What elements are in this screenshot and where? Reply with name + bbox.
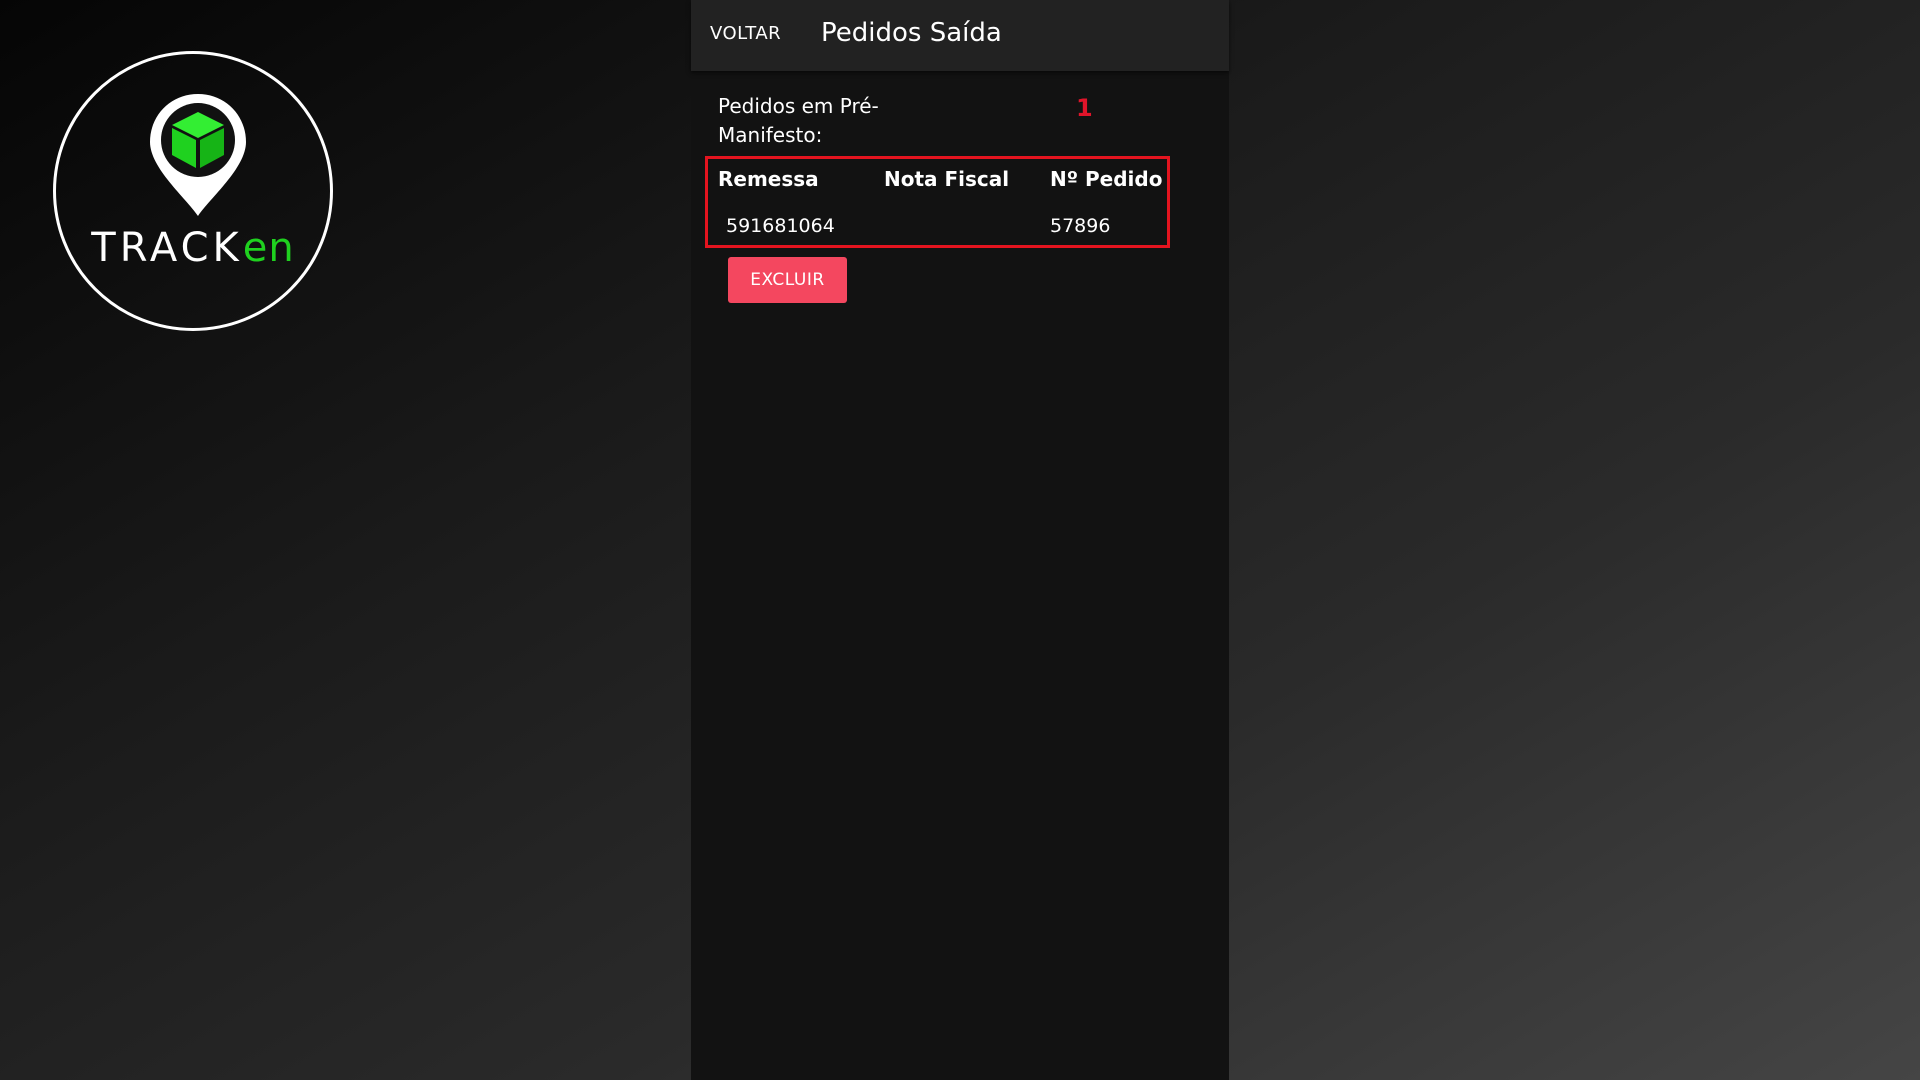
delete-button[interactable]: EXCLUIR bbox=[728, 257, 847, 303]
back-button[interactable]: VOLTAR bbox=[710, 23, 781, 44]
cell-remessa[interactable]: 591681064 bbox=[726, 215, 835, 237]
trackeen-logo: TRACKen bbox=[53, 51, 333, 331]
pre-manifest-label: Pedidos em Pré-Manifesto: bbox=[718, 94, 879, 147]
cell-pedido[interactable]: 57896 bbox=[1050, 215, 1110, 237]
logo-wordmark: TRACKen bbox=[91, 225, 295, 271]
page-title: Pedidos Saída bbox=[821, 18, 1002, 48]
column-header-nota-fiscal: Nota Fiscal bbox=[884, 167, 1010, 191]
column-header-pedido: Nº Pedido bbox=[1050, 167, 1163, 191]
app-screen: VOLTAR Pedidos Saída Pedidos em Pré-Mani… bbox=[691, 0, 1229, 1080]
pre-manifest-count: 1 bbox=[1076, 94, 1093, 122]
location-pin-cube-icon bbox=[150, 94, 246, 216]
column-header-remessa: Remessa bbox=[718, 167, 819, 191]
app-bar: VOLTAR Pedidos Saída bbox=[691, 0, 1229, 71]
orders-table: Remessa Nota Fiscal Nº Pedido 591681064 … bbox=[705, 156, 1170, 248]
